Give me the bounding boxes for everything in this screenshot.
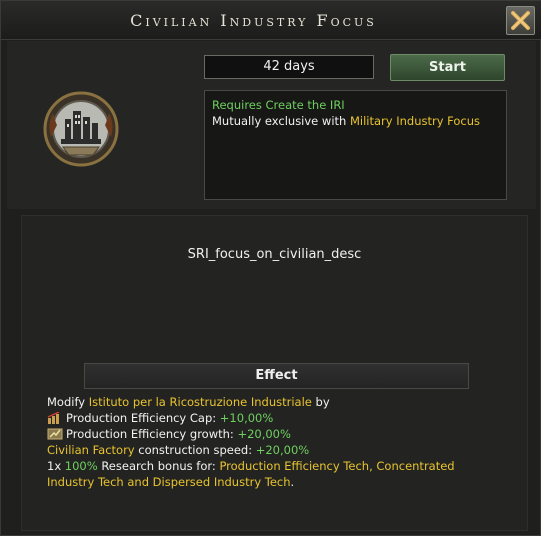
- exclusive-value: Military Industry Focus: [349, 114, 481, 128]
- requirements-box: Requires Create the IRI Mutually exclusi…: [204, 90, 507, 200]
- effect-line-construction-speed: Civilian Factory construction speed: +20…: [47, 442, 517, 458]
- efficiency-growth-label: Production Efficiency growth:: [66, 427, 238, 441]
- effect-line-modify: Modify Istituto per la Ricostruzione Ind…: [47, 394, 517, 410]
- close-button[interactable]: [506, 6, 535, 35]
- window-title: Civilian Industry Focus: [130, 11, 377, 30]
- research-label: Research bonus for:: [97, 459, 220, 473]
- effect-header: Effect: [84, 363, 469, 389]
- modify-target: Istituto per la Ricostruzione Industrial…: [88, 395, 312, 409]
- research-end: .: [290, 475, 295, 489]
- focus-description: SRI_focus_on_civilian_desc: [187, 247, 362, 262]
- exclusive-line: Mutually exclusive with Military Industr…: [212, 113, 499, 129]
- effect-list: Modify Istituto per la Ricostruzione Ind…: [47, 394, 517, 490]
- focus-window: Civilian Industry Focus 42 days Start Re…: [0, 0, 541, 536]
- construction-subject: Civilian Factory: [47, 443, 135, 457]
- requires-value: Create the IRI: [265, 98, 345, 112]
- start-button[interactable]: Start: [390, 54, 505, 81]
- close-icon: [511, 11, 530, 30]
- effect-line-efficiency-cap: Production Efficiency Cap: +10,00%: [47, 410, 517, 426]
- civilian-industry-focus-icon: [41, 89, 121, 169]
- production-efficiency-cap-icon: [47, 412, 60, 424]
- title-bar: Civilian Industry Focus: [1, 1, 541, 40]
- focus-duration: 42 days: [204, 55, 374, 79]
- research-count: 1x: [47, 459, 65, 473]
- modify-suffix: by: [311, 395, 330, 409]
- research-percent: 100%: [64, 459, 98, 473]
- effect-line-research-bonus-cont: Industry Tech and Dispersed Industry Tec…: [47, 474, 517, 490]
- requires-prefix: Requires: [212, 98, 266, 112]
- efficiency-cap-value: +10,00%: [219, 411, 274, 425]
- production-efficiency-growth-icon: [47, 428, 63, 440]
- efficiency-growth-value: +20,00%: [237, 427, 291, 441]
- exclusive-prefix: Mutually exclusive with: [212, 114, 350, 128]
- efficiency-cap-label: Production Efficiency Cap:: [66, 411, 220, 425]
- modify-prefix: Modify: [47, 395, 89, 409]
- research-techs-cont: Industry Tech and Dispersed Industry Tec…: [47, 475, 291, 489]
- research-techs: Production Efficiency Tech, Concentrated: [219, 459, 455, 473]
- requires-line: Requires Create the IRI: [212, 97, 499, 113]
- construction-label: construction speed:: [134, 443, 256, 457]
- effect-line-research-bonus: 1x 100% Research bonus for: Production E…: [47, 458, 517, 474]
- construction-value: +20,00%: [255, 443, 310, 457]
- effect-line-efficiency-growth: Production Efficiency growth: +20,00%: [47, 426, 517, 442]
